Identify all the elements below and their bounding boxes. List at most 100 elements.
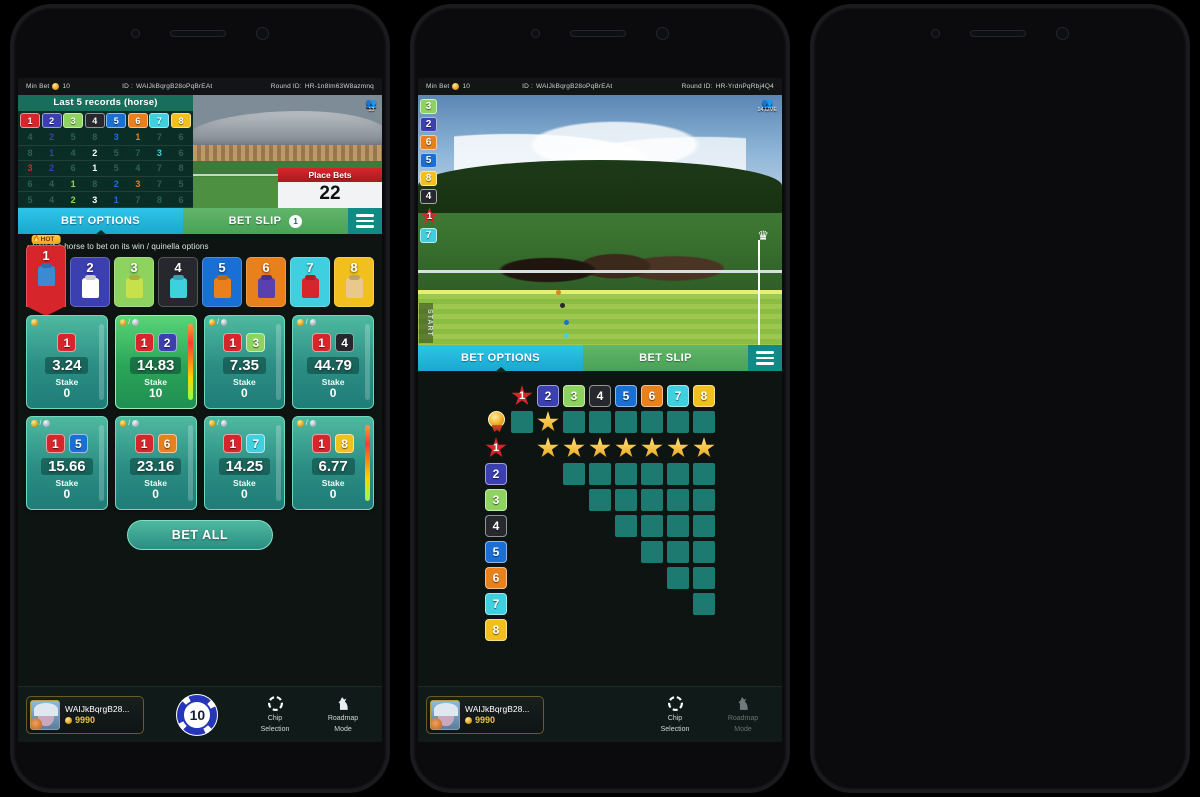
roadmap-col-header-2[interactable]: 2 [537,385,559,407]
roadmap-row-header-2: 2 [485,463,507,485]
chip-selection-button[interactable]: Chip Selection [644,695,706,734]
roadmap-col-header-8[interactable]: 8 [693,385,715,407]
roadmap-cell-open[interactable] [641,541,663,563]
roadmap-row-header-3: 3 [485,489,507,511]
combo-horse-2: 2 [157,333,177,352]
roadmap-cell-open[interactable] [511,411,533,433]
records-cell: 1 [92,163,98,174]
roadmap-cell-open[interactable] [693,567,715,589]
bet-card[interactable]: /1 4 44.79 Stake 0 [292,315,374,409]
roadmap-cell-star[interactable] [589,437,611,458]
roadmap-cell-open[interactable] [615,411,637,433]
roadmap-cell-open[interactable] [641,463,663,485]
roadmap-mode-button[interactable]: Roadmap Mode [312,695,374,734]
roadmap-cell-open[interactable] [667,489,689,511]
roadmap-col-header-6[interactable]: 6 [641,385,663,407]
roadmap-cell-open[interactable] [693,489,715,511]
tab-bet-slip[interactable]: BET SLIP [583,345,748,371]
records-cell: 4 [70,147,76,158]
roadmap-cell-star[interactable] [537,411,559,432]
stake-value: 0 [329,386,337,400]
horse-option-3[interactable]: 3 [114,257,154,307]
roadmap-cell-open[interactable] [667,541,689,563]
roadmap-cell-open[interactable] [667,463,689,485]
roadmap-cell-star[interactable] [693,437,715,458]
tab-bet-options[interactable]: BET OPTIONS [418,345,583,371]
horse-option-1[interactable]: HOT 1 [26,235,66,307]
combo-horse-1: 1 [134,434,154,453]
roadmap-cell-open[interactable] [589,489,611,511]
jockey-silk-icon [213,278,231,298]
tab-bet-slip[interactable]: BET SLIP 1 [183,208,348,234]
roadmap-cell-open[interactable] [563,463,585,485]
roadmap-cell-open[interactable] [693,515,715,537]
live-race-video[interactable]: START ♛ 3 2 6 5 8 4 1 7 👥 14 LIVE [418,95,782,345]
roadmap-cell-star[interactable] [615,437,637,458]
roadmap-cell-open[interactable] [693,411,715,433]
roadmap-cell-open[interactable] [589,463,611,485]
roadmap-col-header-1[interactable]: 1 [511,385,533,406]
horse-option-5[interactable]: 5 [202,257,242,307]
roadmap-col-header-7[interactable]: 7 [667,385,689,407]
roadmap-cell-open[interactable] [693,593,715,615]
roadmap-cell-open[interactable] [615,515,637,537]
bet-card[interactable]: /1 2 14.83 Stake 10 [114,315,197,409]
horse-option-2[interactable]: 2 [70,257,110,307]
records-and-venue: Last 5 records (horse) 12345678 42583176… [18,95,382,208]
hamburger-menu-icon[interactable] [748,345,782,371]
roadmap-cell-star[interactable] [667,437,689,458]
player-info[interactable]: WAIJkBqrgB28... 9990 [26,695,145,734]
roadmap-cell-open[interactable] [589,411,611,433]
hamburger-menu-icon[interactable] [348,208,382,234]
roadmap-cell-star[interactable] [537,437,559,458]
horse-option-6[interactable]: 6 [246,257,286,307]
venue-video[interactable]: 👥 13 Place Bets 22 [193,95,382,208]
horse-option-7[interactable]: 7 [290,257,330,307]
roadmap-cell-open[interactable] [641,489,663,511]
roadmap-cell-open[interactable] [615,463,637,485]
camera-icon [656,26,669,40]
roadmap-cell-open[interactable] [563,411,585,433]
combo-horse-1: 1 [312,434,332,453]
roadmap-cell-empty [589,593,611,615]
roadmap-cell-open[interactable] [667,515,689,537]
bet-card[interactable]: /1 7 14.25 Stake 0 [203,416,286,510]
race-position-4: 4 [420,189,437,204]
tab-bet-options[interactable]: BET OPTIONS [18,208,183,234]
roadmap-cell-star[interactable] [641,437,663,458]
roadmap-cell-star[interactable] [563,437,585,458]
horse-option-8[interactable]: 8 [334,257,374,307]
payout-heat-bar [276,324,282,400]
bet-all-button[interactable]: BET ALL [126,520,274,550]
roadmap-col-header-5[interactable]: 5 [615,385,637,407]
roadmap-cell-open[interactable] [615,489,637,511]
roadmap-col-header-4[interactable]: 4 [589,385,611,407]
turf-track: START [418,290,782,345]
player-info[interactable]: WAIJkBqrgB28... 9990 [426,695,545,734]
roadmap-row-header-1: 1 [485,437,507,458]
bet-card[interactable]: /1 6 23.16 Stake 0 [114,416,197,510]
roadmap-cell-open[interactable] [693,541,715,563]
roadmap-cell-empty [511,437,533,459]
chip-selection-button[interactable]: Chip Selection [244,695,306,734]
roadmap-mode-button[interactable]: Roadmap Mode [712,695,774,734]
race-position-5: 5 [420,153,437,168]
bet-card[interactable]: /1 8 6.77 Stake 0 [292,416,374,510]
bet-card[interactable]: /1 3 7.35 Stake 0 [203,315,286,409]
horse-option-4[interactable]: 4 [158,257,198,307]
roadmap-cell-open[interactable] [693,463,715,485]
combo-horse-3: 3 [246,333,266,352]
payout-heat-bar [365,425,370,501]
roadmap-cell-open[interactable] [667,411,689,433]
chip-value-button[interactable]: 10 [176,693,219,736]
bet-card[interactable]: 1 3.24 Stake 0 [26,315,108,409]
roadmap-cell-empty [537,567,559,589]
roadmap-cell-open[interactable] [667,567,689,589]
min-bet-value: 10 [462,83,471,90]
odds-value: 14.25 [218,458,271,475]
roadmap-col-header-3[interactable]: 3 [563,385,585,407]
place-bets-countdown: Place Bets 22 [278,168,382,208]
roadmap-cell-open[interactable] [641,411,663,433]
roadmap-cell-open[interactable] [641,515,663,537]
bet-card[interactable]: /1 5 15.66 Stake 0 [26,416,108,510]
